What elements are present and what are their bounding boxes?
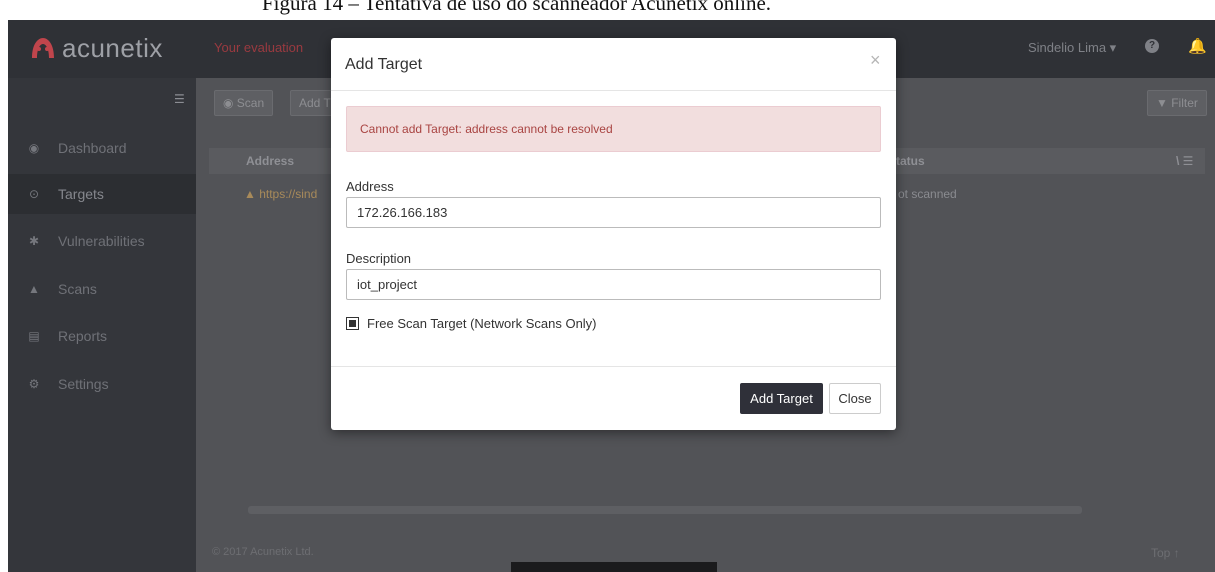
acunetix-logo-icon: [30, 36, 56, 60]
free-scan-checkbox[interactable]: [346, 317, 359, 330]
status-column-header[interactable]: tatus: [896, 148, 925, 174]
sidebar-item-label: Reports: [58, 328, 108, 344]
add-target-submit-button[interactable]: Add Target: [740, 383, 823, 414]
horizontal-scrollbar[interactable]: [248, 506, 1082, 514]
modal-divider: [331, 90, 896, 91]
sidebar-item-vulnerabilities[interactable]: ✱ Vulnerabilities: [8, 221, 196, 261]
sidebar-toggle-icon[interactable]: ☰: [174, 92, 185, 106]
logo-text: acunetix: [62, 32, 163, 63]
close-button[interactable]: Close: [829, 383, 881, 414]
bottom-bar: [511, 562, 717, 572]
modal-footer-divider: [331, 366, 896, 367]
targets-icon: ⊙: [28, 187, 40, 201]
sidebar-item-settings[interactable]: ⚙ Settings: [8, 364, 196, 404]
filter-button[interactable]: ▼ Filter: [1147, 90, 1207, 116]
sidebar: ☰ ◉ Dashboard ⊙ Targets ✱ Vulnerabilitie…: [8, 78, 196, 572]
reports-icon: ▤: [28, 329, 40, 343]
free-scan-label: Free Scan Target (Network Scans Only): [367, 316, 597, 331]
address-input[interactable]: [346, 197, 881, 228]
checkbox-check-mark: [349, 320, 356, 327]
error-alert-text: Cannot add Target: address cannot be res…: [360, 122, 613, 136]
free-scan-checkbox-row[interactable]: Free Scan Target (Network Scans Only): [346, 316, 597, 331]
logo[interactable]: acunetix: [30, 30, 163, 66]
column-menu-icon[interactable]: \ ☰: [1176, 148, 1193, 174]
user-menu[interactable]: Sindelio Lima ▾: [1028, 40, 1116, 56]
caption-text: Figura 14 – Tentativa de uso do scannead…: [262, 0, 772, 15]
modal-title: Add Target: [345, 56, 423, 73]
close-icon[interactable]: ×: [870, 50, 881, 71]
description-input[interactable]: [346, 269, 881, 300]
sidebar-item-dashboard[interactable]: ◉ Dashboard: [8, 128, 196, 168]
address-label: Address: [346, 179, 394, 194]
back-to-top-link[interactable]: Top ↑: [1151, 546, 1180, 560]
bell-icon[interactable]: 🔔: [1188, 37, 1207, 55]
sidebar-item-reports[interactable]: ▤ Reports: [8, 316, 196, 356]
scans-icon: ▲: [28, 282, 40, 296]
dashboard-icon: ◉: [28, 141, 40, 155]
evaluation-notice[interactable]: Your evaluation: [214, 40, 303, 55]
scan-button[interactable]: ◉ Scan: [214, 90, 274, 116]
address-column-header[interactable]: Address: [246, 148, 294, 174]
sidebar-item-scans[interactable]: ▲ Scans: [8, 269, 196, 309]
sidebar-item-label: Vulnerabilities: [58, 233, 145, 249]
table-row-address[interactable]: ▲ https://sind: [244, 187, 317, 201]
sidebar-item-label: Dashboard: [58, 140, 127, 156]
sidebar-item-label: Targets: [58, 186, 104, 202]
gear-icon: ⚙: [28, 377, 40, 391]
figure-caption: Figura 14 – Tentativa de uso do scannead…: [0, 0, 1215, 20]
help-icon[interactable]: ?: [1145, 39, 1159, 53]
sidebar-item-label: Scans: [58, 281, 97, 297]
description-label: Description: [346, 251, 412, 266]
add-target-modal: Add Target × Cannot add Target: address …: [331, 38, 896, 430]
error-alert: Cannot add Target: address cannot be res…: [346, 106, 881, 152]
bug-icon: ✱: [28, 234, 40, 248]
sidebar-item-label: Settings: [58, 376, 109, 392]
footer-copyright: © 2017 Acunetix Ltd.: [212, 546, 314, 558]
table-row-status: ot scanned: [898, 187, 957, 201]
sidebar-item-targets[interactable]: ⊙ Targets: [8, 174, 196, 214]
